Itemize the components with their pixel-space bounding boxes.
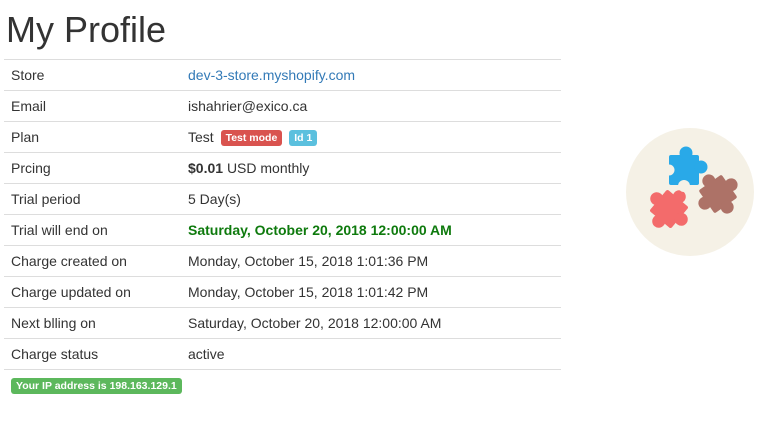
charge-created-label: Charge created on xyxy=(4,245,181,277)
plan-value-cell: Test Test mode Id 1 xyxy=(181,121,561,153)
test-mode-badge: Test mode xyxy=(220,130,283,146)
email-label: Email xyxy=(4,90,181,122)
charge-created-value: Monday, October 15, 2018 1:01:36 PM xyxy=(181,245,561,277)
plan-value: Test xyxy=(188,129,214,145)
table-row-charge-status: Charge status active xyxy=(4,338,561,370)
profile-table: Store dev-3-store.myshopify.com Email is… xyxy=(4,59,561,370)
table-row-charge-created: Charge created on Monday, October 15, 20… xyxy=(4,245,561,277)
table-row-trial-period: Trial period 5 Day(s) xyxy=(4,183,561,215)
table-row-trial-end: Trial will end on Saturday, October 20, … xyxy=(4,214,561,246)
email-value: ishahrier@exico.ca xyxy=(181,90,561,122)
table-row-email: Email ishahrier@exico.ca xyxy=(4,90,561,122)
pricing-label: Prcing xyxy=(4,152,181,184)
store-value-cell: dev-3-store.myshopify.com xyxy=(181,59,561,91)
charge-updated-label: Charge updated on xyxy=(4,276,181,308)
page-title: My Profile xyxy=(6,9,167,50)
table-row-plan: Plan Test Test mode Id 1 xyxy=(4,121,561,153)
ip-address-badge: Your IP address is 198.163.129.1 xyxy=(11,378,182,394)
table-row-pricing: Prcing $0.01 USD monthly xyxy=(4,152,561,184)
pricing-suffix: USD monthly xyxy=(226,160,310,176)
plan-label: Plan xyxy=(4,121,181,153)
logo-background xyxy=(626,128,754,256)
puzzle-pieces-icon xyxy=(626,128,754,256)
table-row-next-billing: Next blling on Saturday, October 20, 201… xyxy=(4,307,561,339)
next-billing-value: Saturday, October 20, 2018 12:00:00 AM xyxy=(181,307,561,339)
store-link[interactable]: dev-3-store.myshopify.com xyxy=(188,67,355,83)
charge-updated-value: Monday, October 15, 2018 1:01:42 PM xyxy=(181,276,561,308)
next-billing-label: Next blling on xyxy=(4,307,181,339)
pricing-value-cell: $0.01 USD monthly xyxy=(181,152,561,184)
trial-end-label: Trial will end on xyxy=(4,214,181,246)
pricing-amount: $0.01 xyxy=(188,160,224,176)
trial-period-label: Trial period xyxy=(4,183,181,215)
table-row-store: Store dev-3-store.myshopify.com xyxy=(4,59,561,91)
charge-status-label: Charge status xyxy=(4,338,181,370)
trial-end-value: Saturday, October 20, 2018 12:00:00 AM xyxy=(181,214,561,246)
store-label: Store xyxy=(4,59,181,91)
table-row-charge-updated: Charge updated on Monday, October 15, 20… xyxy=(4,276,561,308)
trial-period-value: 5 Day(s) xyxy=(181,183,561,215)
charge-status-value: active xyxy=(181,338,561,370)
plan-id-badge: Id 1 xyxy=(289,130,318,146)
